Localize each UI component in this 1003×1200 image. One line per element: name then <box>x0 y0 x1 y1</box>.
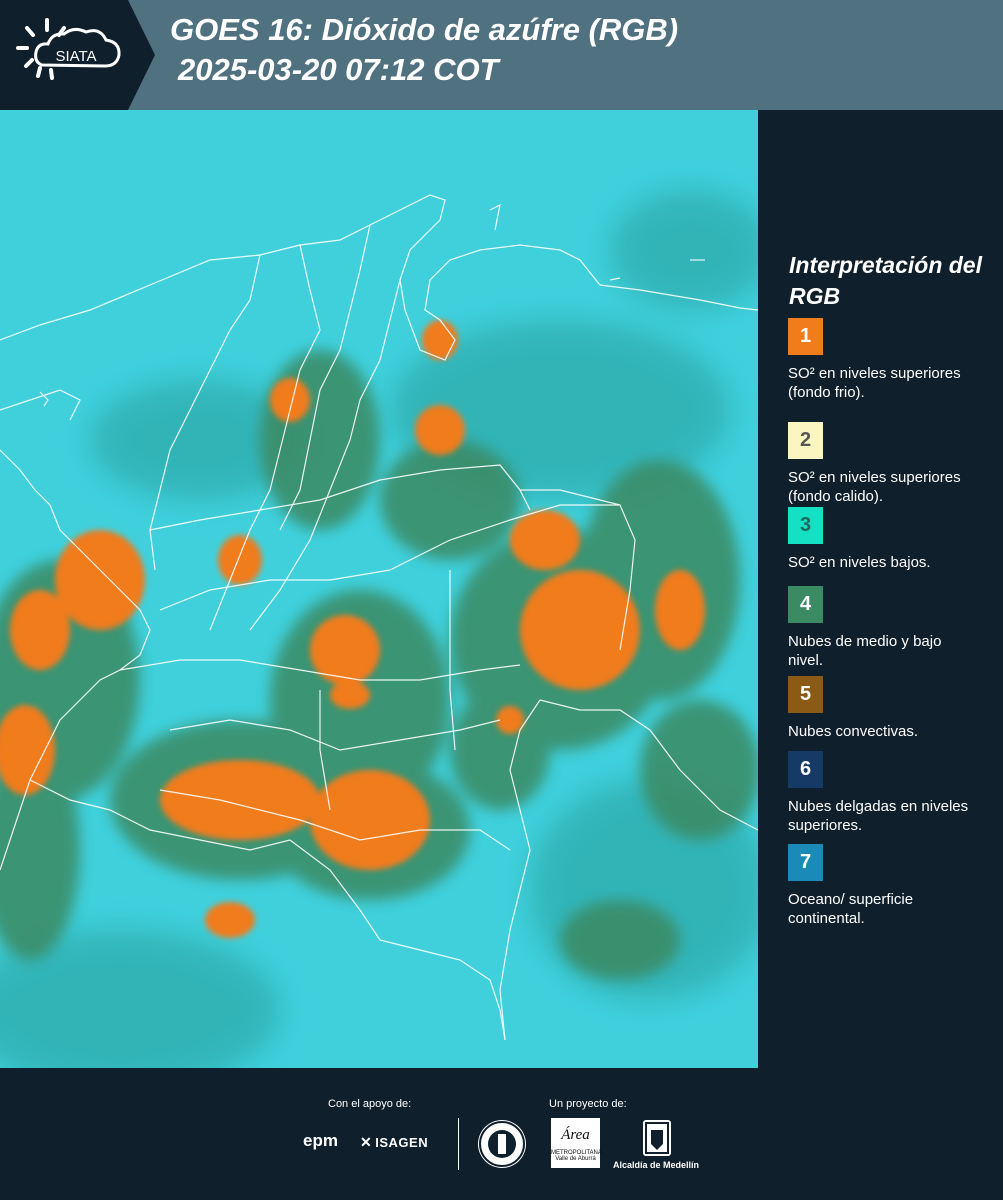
alcaldia-emblem-icon <box>643 1120 671 1156</box>
satellite-map <box>0 110 758 1068</box>
header-bar: SIATA GOES 16: Dióxido de azúfre (RGB) 2… <box>0 0 1003 110</box>
legend-item: 1 SO² en niveles superiores (fondo frio). <box>788 318 998 402</box>
legend-item: 3 SO² en niveles bajos. <box>788 507 998 572</box>
isagen-logo: ✕ ISAGEN <box>360 1134 428 1151</box>
area-logo-text: Área <box>561 1127 590 1143</box>
legend-title: Interpretación del RGB <box>789 252 982 309</box>
footer: Con el apoyo de: Un proyecto de: epm ✕ IS… <box>0 1068 1003 1200</box>
legend-label: SO² en niveles bajos. <box>788 554 931 571</box>
project-label: Un proyecto de: <box>549 1098 627 1110</box>
legend-item: 5 Nubes convectivas. <box>788 676 998 741</box>
logo-text: SIATA <box>55 48 96 65</box>
footer-divider <box>458 1118 459 1170</box>
legend-label: Nubes delgadas en niveles superiores. <box>788 798 969 834</box>
area-logo-subtitle: METROPOLITANA Valle de Aburrá <box>551 1150 602 1162</box>
legend-label: SO² en niveles superiores (fondo frio). <box>788 365 961 401</box>
legend-item: 6 Nubes delgadas en niveles superiores. <box>788 751 998 835</box>
legend-label: Nubes de medio y bajo nivel. <box>788 633 942 669</box>
legend-item: 4 Nubes de medio y bajo nivel. <box>788 586 998 670</box>
legend-item: 2 SO² en niveles superiores (fondo calido… <box>788 422 998 506</box>
medellin-seal-icon <box>478 1120 526 1168</box>
area-metropolitana-logo: Área METROPOLITANA Valle de Aburrá <box>551 1118 602 1168</box>
legend-swatch: 5 <box>788 676 823 713</box>
map-canvas <box>0 110 758 1068</box>
page-timestamp: 2025-03-20 07:12 COT <box>178 52 499 87</box>
isagen-mark-icon: ✕ <box>360 1134 373 1150</box>
legend-label: SO² en niveles superiores (fondo calido)… <box>788 469 961 505</box>
siata-logo: SIATA <box>0 0 155 110</box>
legend-swatch: 1 <box>788 318 823 355</box>
legend-swatch: 6 <box>788 751 823 788</box>
legend-label: Nubes convectivas. <box>788 723 919 740</box>
epm-logo: epm <box>303 1131 338 1150</box>
page-title: GOES 16: Dióxido de azúfre (RGB) <box>170 12 679 47</box>
legend-swatch: 7 <box>788 844 823 881</box>
alcaldia-label: Alcaldía de Medellín <box>613 1160 700 1170</box>
isagen-logo-text: ISAGEN <box>375 1135 429 1150</box>
legend-swatch: 2 <box>788 422 823 459</box>
legend-swatch: 3 <box>788 507 823 544</box>
legend-swatch: 4 <box>788 586 823 623</box>
legend-label: Oceano/ superficie continental. <box>788 891 914 927</box>
support-label: Con el apoyo de: <box>328 1098 412 1110</box>
legend-item: 7 Oceano/ superficie continental. <box>788 844 998 928</box>
legend-panel: Interpretación del RGB 1 SO² en niveles s… <box>758 110 1003 1068</box>
